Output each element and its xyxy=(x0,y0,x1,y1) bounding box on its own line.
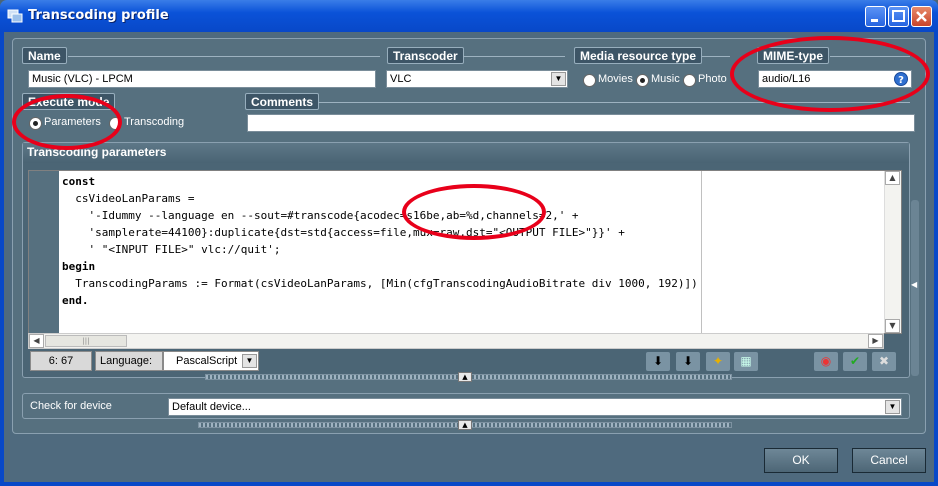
app-icon xyxy=(7,9,23,23)
code-line: 'samplerate=44100}:duplicate{dst=std{acc… xyxy=(62,226,625,239)
exec-mode-group-label: Execute mode xyxy=(22,93,116,110)
media-type-group-label: Media resource type xyxy=(574,47,703,64)
chevron-down-icon[interactable]: ▼ xyxy=(242,354,257,368)
side-collapse-tab[interactable]: ◀ xyxy=(911,200,919,376)
editor-gutter xyxy=(29,171,59,333)
scroll-left-icon[interactable]: ◀ xyxy=(29,334,44,348)
comments-divider xyxy=(318,102,910,103)
download-icon[interactable]: ⬇ xyxy=(646,352,670,371)
code-line: ' "<INPUT FILE>" vlc://quit'; xyxy=(62,243,281,256)
comments-field[interactable] xyxy=(247,114,915,132)
mime-divider xyxy=(830,56,910,57)
help-icon[interactable]: ? xyxy=(894,72,908,86)
scroll-up-icon[interactable]: ▲ xyxy=(885,171,900,185)
code-line: const xyxy=(62,175,96,188)
settings-icon[interactable]: ✖ xyxy=(872,352,896,371)
transcoding-radio[interactable] xyxy=(109,117,122,130)
params-panel-title: Transcoding parameters xyxy=(23,143,909,163)
code-line: begin xyxy=(62,260,96,273)
music-radio-label: Music xyxy=(651,73,680,85)
calculator-icon[interactable]: ▦ xyxy=(734,352,758,371)
device-label: Check for device xyxy=(30,400,112,412)
transcoding-radio-label: Transcoding xyxy=(124,116,185,128)
comments-group-label: Comments xyxy=(245,93,320,110)
transcoder-divider xyxy=(463,56,565,57)
check-icon[interactable]: ✔ xyxy=(843,352,867,371)
cancel-button[interactable]: Cancel xyxy=(852,448,926,473)
chevron-up-icon[interactable]: ▲ xyxy=(458,372,472,382)
music-radio[interactable] xyxy=(636,74,649,87)
language-select[interactable]: PascalScript ▼ xyxy=(163,351,259,371)
mime-group-label: MIME-type xyxy=(757,47,829,64)
cursor-position: 6: 67 xyxy=(30,351,92,371)
minimize-button[interactable] xyxy=(865,6,886,27)
minimize-icon xyxy=(871,19,878,22)
scroll-down-icon[interactable]: ▼ xyxy=(885,319,900,333)
editor-horizontal-scrollbar[interactable]: ◀ ||| ▶ xyxy=(28,333,884,349)
mime-type-field[interactable]: audio/L16 xyxy=(758,70,912,88)
language-select-value: PascalScript xyxy=(176,355,238,367)
maximize-button[interactable] xyxy=(888,6,909,27)
device-select[interactable]: Default device... ▼ xyxy=(168,398,902,416)
media-type-divider xyxy=(702,56,730,57)
svg-text:?: ? xyxy=(898,75,904,86)
device-select-value: Default device... xyxy=(172,401,251,413)
close-button[interactable] xyxy=(911,6,932,27)
chevron-left-icon: ◀ xyxy=(911,280,918,289)
code-line: csVideoLanParams = xyxy=(62,192,195,205)
name-divider xyxy=(68,56,380,57)
movies-radio[interactable] xyxy=(583,74,596,87)
scroll-thumb[interactable]: ||| xyxy=(45,335,127,347)
mime-type-value: audio/L16 xyxy=(762,73,811,85)
window-title: Transcoding profile xyxy=(28,8,169,23)
chevron-down-icon[interactable]: ▼ xyxy=(885,400,900,414)
language-label: Language: xyxy=(95,351,163,371)
name-field[interactable]: Music (VLC) - LPCM xyxy=(28,70,376,88)
code-line: end. xyxy=(62,294,89,307)
name-group-label: Name xyxy=(22,47,67,64)
chevron-down-icon[interactable]: ▼ xyxy=(551,72,566,86)
transcoder-group-label: Transcoder xyxy=(387,47,464,64)
editor-margin-line xyxy=(701,171,702,333)
transcoder-select-value: VLC xyxy=(390,73,412,85)
parameters-radio-label: Parameters xyxy=(44,116,101,128)
movies-radio-label: Movies xyxy=(598,73,633,85)
code-line: TranscodingParams := Format(csVideoLanPa… xyxy=(62,277,698,290)
ok-button[interactable]: OK xyxy=(764,448,838,473)
tools-icon[interactable]: ✦ xyxy=(706,352,730,371)
photo-radio-label: Photo xyxy=(698,73,727,85)
chevron-up-icon[interactable]: ▲ xyxy=(458,420,472,430)
transcoder-select[interactable]: VLC ▼ xyxy=(386,70,568,88)
close-icon xyxy=(916,11,927,22)
parameters-radio[interactable] xyxy=(29,117,42,130)
lifebuoy-icon[interactable]: ◉ xyxy=(814,352,838,371)
code-editor[interactable]: const csVideoLanParams = '-Idummy --lang… xyxy=(28,170,902,334)
title-bar[interactable]: Transcoding profile xyxy=(0,0,938,32)
maximize-icon xyxy=(892,10,905,22)
scroll-right-icon[interactable]: ▶ xyxy=(868,334,883,348)
photo-radio[interactable] xyxy=(683,74,696,87)
code-text[interactable]: const csVideoLanParams = '-Idummy --lang… xyxy=(62,173,698,309)
load-icon[interactable]: ⬇ xyxy=(676,352,700,371)
editor-vertical-scrollbar[interactable]: ▲ ▼ xyxy=(884,171,901,333)
code-line: '-Idummy --language en --sout=#transcode… xyxy=(62,209,579,222)
